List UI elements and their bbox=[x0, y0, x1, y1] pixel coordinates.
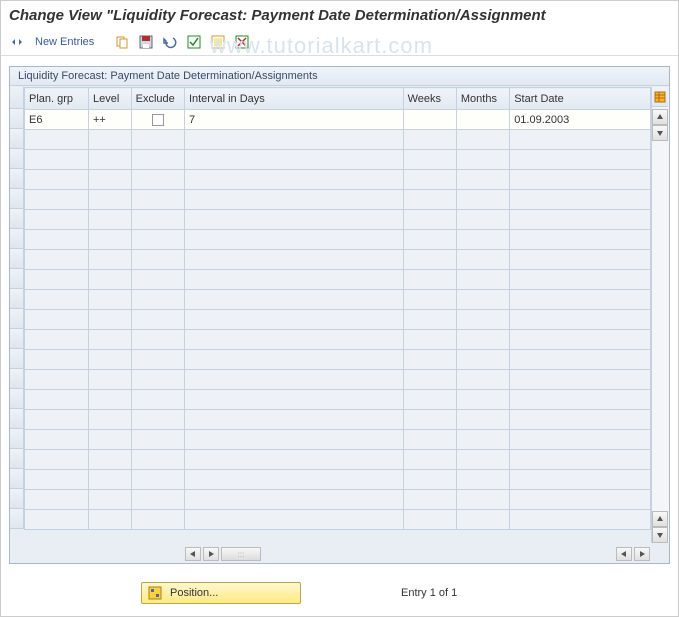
entry-counter: Entry 1 of 1 bbox=[401, 587, 457, 599]
scroll-right-icon[interactable] bbox=[203, 547, 219, 561]
row-selector[interactable] bbox=[10, 349, 24, 369]
col-level[interactable]: Level bbox=[88, 88, 131, 110]
table-row[interactable] bbox=[25, 210, 651, 230]
table-row[interactable]: E6 ++ 7 01.09.2003 bbox=[25, 110, 651, 130]
deselect-all-icon[interactable] bbox=[232, 32, 252, 52]
cell-weeks[interactable] bbox=[403, 110, 456, 130]
row-selector[interactable] bbox=[10, 269, 24, 289]
scroll-down-icon[interactable] bbox=[652, 527, 668, 543]
cell-months[interactable] bbox=[456, 110, 509, 130]
row-selector-column bbox=[10, 87, 24, 543]
copy-icon[interactable] bbox=[112, 32, 132, 52]
new-entries-button[interactable]: New Entries bbox=[31, 36, 98, 48]
data-grid: Plan. grp Level Exclude Interval in Days… bbox=[24, 87, 651, 543]
position-button[interactable]: Position... bbox=[141, 582, 301, 604]
scroll-left-icon[interactable] bbox=[185, 547, 201, 561]
table-row[interactable] bbox=[25, 450, 651, 470]
exclude-checkbox[interactable] bbox=[152, 114, 164, 126]
scroll-thumb[interactable]: ::: bbox=[221, 547, 261, 561]
col-exclude[interactable]: Exclude bbox=[131, 88, 184, 110]
row-selector[interactable] bbox=[10, 309, 24, 329]
col-months[interactable]: Months bbox=[456, 88, 509, 110]
select-all-icon[interactable] bbox=[184, 32, 204, 52]
scroll-up-icon[interactable] bbox=[652, 109, 668, 125]
vertical-scrollbar[interactable] bbox=[651, 87, 669, 543]
footer: Position... Entry 1 of 1 bbox=[1, 582, 678, 604]
grid-panel: Liquidity Forecast: Payment Date Determi… bbox=[9, 66, 670, 564]
table-row[interactable] bbox=[25, 430, 651, 450]
panel-title: Liquidity Forecast: Payment Date Determi… bbox=[10, 67, 669, 86]
table-row[interactable] bbox=[25, 310, 651, 330]
table-settings-icon[interactable] bbox=[652, 87, 668, 107]
scroll-up-icon[interactable] bbox=[652, 511, 668, 527]
table-row[interactable] bbox=[25, 350, 651, 370]
table-row[interactable] bbox=[25, 170, 651, 190]
table-row[interactable] bbox=[25, 150, 651, 170]
table-row[interactable] bbox=[25, 490, 651, 510]
col-plan-grp[interactable]: Plan. grp bbox=[25, 88, 89, 110]
horizontal-scrollbar[interactable]: ::: bbox=[24, 545, 651, 563]
undo-icon[interactable] bbox=[160, 32, 180, 52]
toolbar: New Entries bbox=[1, 28, 678, 56]
scroll-left-icon[interactable] bbox=[616, 547, 632, 561]
cell-interval-days[interactable]: 7 bbox=[184, 110, 403, 130]
select-block-icon[interactable] bbox=[208, 32, 228, 52]
page-title: Change View "Liquidity Forecast: Payment… bbox=[1, 1, 678, 28]
table-row[interactable] bbox=[25, 290, 651, 310]
scroll-right-icon[interactable] bbox=[634, 547, 650, 561]
row-selector[interactable] bbox=[10, 369, 24, 389]
row-selector[interactable] bbox=[10, 189, 24, 209]
table-row[interactable] bbox=[25, 370, 651, 390]
row-selector[interactable] bbox=[10, 489, 24, 509]
row-selector-header[interactable] bbox=[10, 87, 24, 109]
expand-icon[interactable] bbox=[7, 32, 27, 52]
cell-start-date[interactable]: 01.09.2003 bbox=[510, 110, 651, 130]
table-row[interactable] bbox=[25, 330, 651, 350]
table-row[interactable] bbox=[25, 230, 651, 250]
table-row[interactable] bbox=[25, 390, 651, 410]
scroll-down-icon[interactable] bbox=[652, 125, 668, 141]
save-icon[interactable] bbox=[136, 32, 156, 52]
cell-level[interactable]: ++ bbox=[88, 110, 131, 130]
table-row[interactable] bbox=[25, 130, 651, 150]
row-selector[interactable] bbox=[10, 509, 24, 529]
table-row[interactable] bbox=[25, 410, 651, 430]
col-weeks[interactable]: Weeks bbox=[403, 88, 456, 110]
position-label: Position... bbox=[170, 587, 218, 599]
row-selector[interactable] bbox=[10, 129, 24, 149]
row-selector[interactable] bbox=[10, 249, 24, 269]
row-selector[interactable] bbox=[10, 409, 24, 429]
table-header-row: Plan. grp Level Exclude Interval in Days… bbox=[25, 88, 651, 110]
row-selector[interactable] bbox=[10, 429, 24, 449]
table-row[interactable] bbox=[25, 250, 651, 270]
table-row[interactable] bbox=[25, 510, 651, 530]
table-row[interactable] bbox=[25, 470, 651, 490]
row-selector[interactable] bbox=[10, 389, 24, 409]
row-selector[interactable] bbox=[10, 229, 24, 249]
row-selector[interactable] bbox=[10, 209, 24, 229]
col-interval-days[interactable]: Interval in Days bbox=[184, 88, 403, 110]
position-icon bbox=[148, 586, 162, 600]
table-row[interactable] bbox=[25, 270, 651, 290]
col-start-date[interactable]: Start Date bbox=[510, 88, 651, 110]
cell-plan-grp[interactable]: E6 bbox=[25, 110, 89, 130]
row-selector[interactable] bbox=[10, 109, 24, 129]
row-selector[interactable] bbox=[10, 329, 24, 349]
row-selector[interactable] bbox=[10, 469, 24, 489]
cell-exclude[interactable] bbox=[131, 110, 184, 130]
row-selector[interactable] bbox=[10, 149, 24, 169]
table-row[interactable] bbox=[25, 190, 651, 210]
row-selector[interactable] bbox=[10, 449, 24, 469]
row-selector[interactable] bbox=[10, 169, 24, 189]
row-selector[interactable] bbox=[10, 289, 24, 309]
